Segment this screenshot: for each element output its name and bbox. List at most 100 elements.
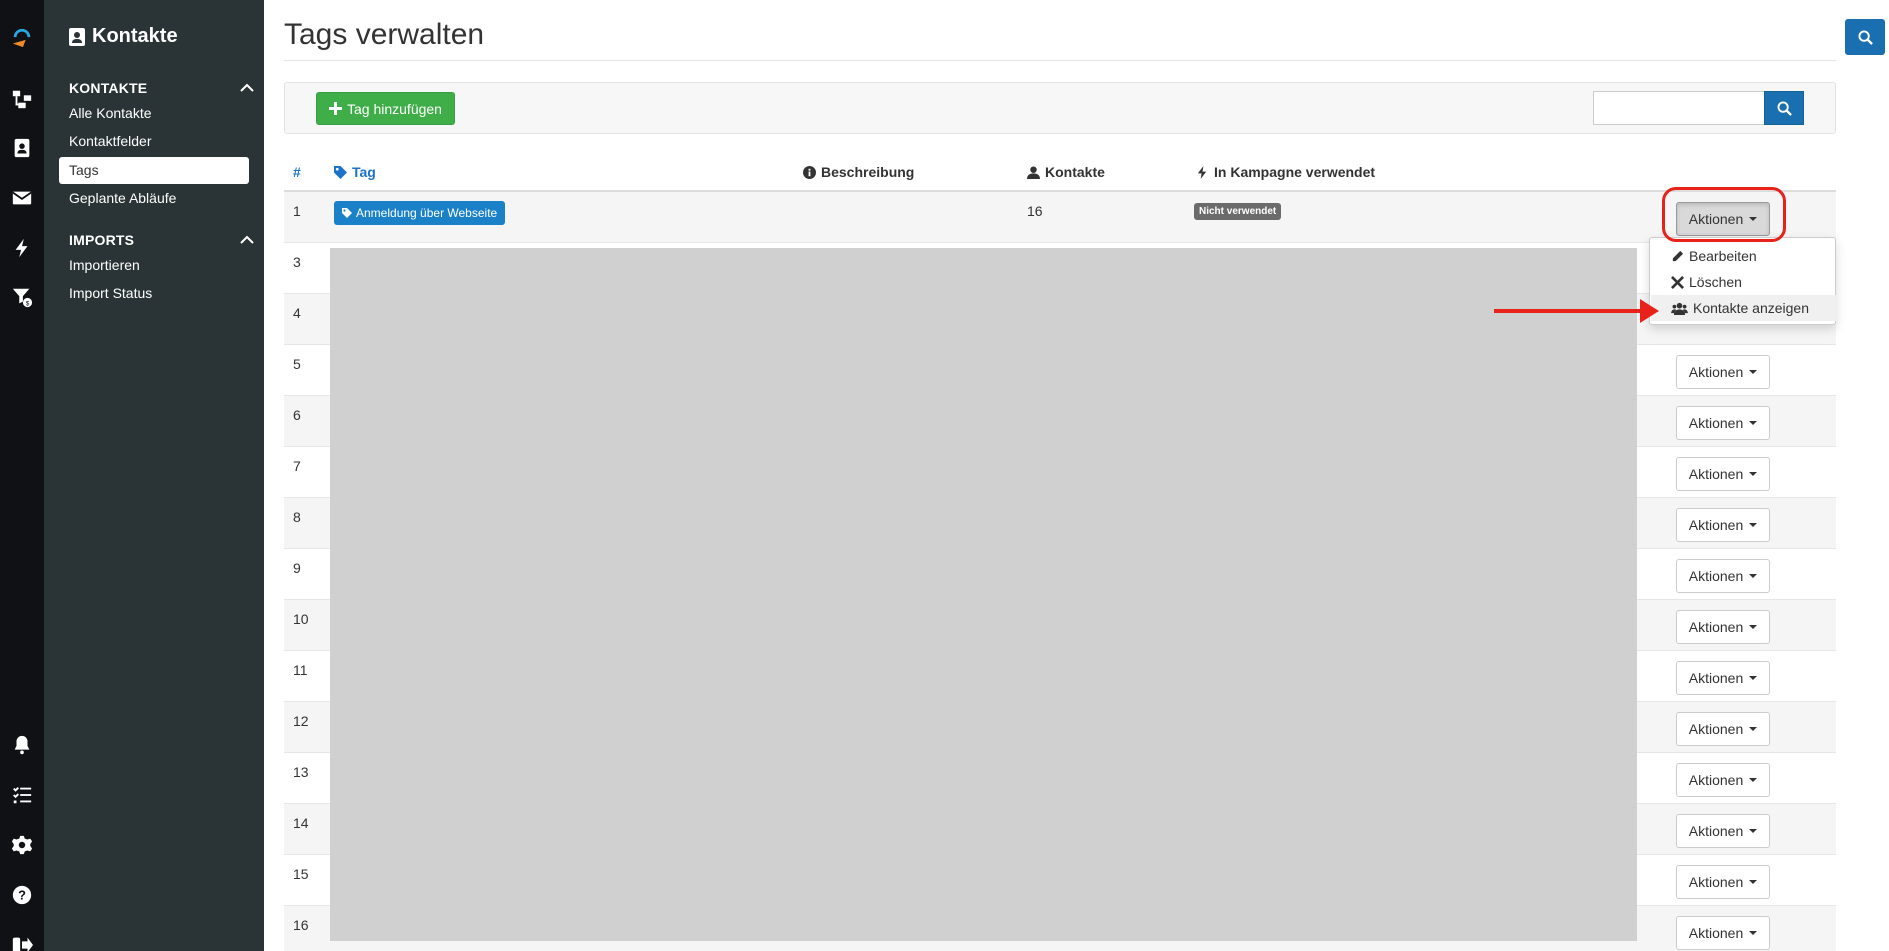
caret-down-icon bbox=[1749, 931, 1758, 935]
tag-label[interactable]: Anmeldung über Webseite bbox=[334, 201, 506, 225]
menu-item-show-contacts[interactable]: Kontakte anzeigen bbox=[1651, 295, 1836, 321]
actions-button[interactable]: Aktionen bbox=[1676, 508, 1770, 542]
funnel-money-icon[interactable]: $ bbox=[6, 281, 38, 313]
bell-icon[interactable] bbox=[6, 729, 38, 761]
column-header-campaign: In Kampagne verwendet bbox=[1196, 164, 1375, 180]
row-number: 5 bbox=[293, 356, 301, 372]
row-number: 12 bbox=[293, 713, 309, 729]
tag-icon bbox=[334, 165, 347, 179]
caret-down-icon bbox=[1749, 370, 1758, 374]
close-icon bbox=[1671, 275, 1684, 289]
search-icon bbox=[1776, 100, 1792, 116]
gear-icon[interactable] bbox=[6, 829, 38, 861]
sidebar-title: Kontakte bbox=[69, 25, 178, 48]
section-imports[interactable]: IMPORTS bbox=[69, 232, 254, 248]
column-header-number: # bbox=[293, 164, 301, 180]
row-number: 14 bbox=[293, 815, 309, 831]
plus-icon bbox=[329, 102, 342, 115]
row-number: 13 bbox=[293, 764, 309, 780]
contacts-icon[interactable] bbox=[6, 132, 38, 164]
row-number: 4 bbox=[293, 305, 301, 321]
caret-down-icon bbox=[1749, 421, 1758, 425]
actions-button[interactable]: Aktionen bbox=[1676, 559, 1770, 593]
chevron-up-icon bbox=[240, 83, 254, 92]
actions-button[interactable]: Aktionen bbox=[1676, 457, 1770, 491]
help-icon[interactable]: ? bbox=[6, 879, 38, 911]
info-icon bbox=[803, 165, 816, 179]
user-icon bbox=[1027, 165, 1040, 179]
actions-button[interactable]: Aktionen bbox=[1676, 406, 1770, 440]
app-logo-icon[interactable] bbox=[6, 22, 38, 54]
actions-button[interactable]: Aktionen bbox=[1676, 610, 1770, 644]
contact-count: 16 bbox=[1027, 203, 1043, 219]
sidebar-item-alle-kontakte[interactable]: Alle Kontakte bbox=[59, 100, 249, 127]
row-number: 16 bbox=[293, 917, 309, 933]
svg-text:?: ? bbox=[18, 888, 26, 903]
caret-down-icon bbox=[1749, 727, 1758, 731]
row-number: 1 bbox=[293, 203, 301, 219]
annotation-highlight-ring bbox=[1662, 187, 1786, 242]
sidebar-item-kontaktfelder[interactable]: Kontaktfelder bbox=[59, 128, 249, 155]
caret-down-icon bbox=[1749, 829, 1758, 833]
menu-item-edit[interactable]: Bearbeiten bbox=[1651, 243, 1836, 269]
caret-down-icon bbox=[1749, 625, 1758, 629]
caret-down-icon bbox=[1749, 472, 1758, 476]
annotation-arrow-icon bbox=[1494, 299, 1659, 323]
add-tag-button[interactable]: Tag hinzufügen bbox=[316, 92, 455, 125]
contact-card-icon bbox=[69, 27, 85, 46]
actions-button[interactable]: Aktionen bbox=[1676, 865, 1770, 899]
sidebar-item-tags[interactable]: Tags bbox=[59, 157, 249, 184]
logout-icon[interactable] bbox=[6, 929, 38, 951]
toolbar: Tag hinzufügen bbox=[284, 82, 1836, 134]
menu-item-delete[interactable]: Löschen bbox=[1651, 269, 1836, 295]
caret-down-icon bbox=[1749, 574, 1758, 578]
row-number: 3 bbox=[293, 254, 301, 270]
table-header: # Tag Beschreibung Kontakte In Kampagne … bbox=[284, 160, 1836, 192]
search-button[interactable] bbox=[1764, 91, 1804, 125]
caret-down-icon bbox=[1749, 880, 1758, 884]
chevron-up-icon bbox=[240, 235, 254, 244]
row-number: 7 bbox=[293, 458, 301, 474]
icon-rail: $ ? bbox=[0, 0, 44, 951]
actions-button[interactable]: Aktionen bbox=[1676, 712, 1770, 746]
table-row: 1 Anmeldung über Webseite 16 Nicht verwe… bbox=[284, 192, 1836, 243]
row-number: 10 bbox=[293, 611, 309, 627]
status-badge: Nicht verwendet bbox=[1194, 203, 1282, 220]
row-number: 6 bbox=[293, 407, 301, 423]
bolt-icon bbox=[1197, 165, 1207, 179]
actions-button[interactable]: Aktionen bbox=[1676, 814, 1770, 848]
actions-button[interactable]: Aktionen bbox=[1676, 763, 1770, 797]
caret-down-icon bbox=[1749, 778, 1758, 782]
row-number: 15 bbox=[293, 866, 309, 882]
main-content: Tags verwalten Tag hinzufügen # Tag Besc… bbox=[284, 0, 1836, 951]
caret-down-icon bbox=[1749, 523, 1758, 527]
pencil-icon bbox=[1672, 250, 1684, 261]
search-input[interactable] bbox=[1593, 91, 1764, 125]
actions-button[interactable]: Aktionen bbox=[1676, 916, 1770, 950]
row-number: 9 bbox=[293, 560, 301, 576]
svg-text:$: $ bbox=[26, 300, 30, 307]
search-icon bbox=[1857, 29, 1873, 45]
bolt-icon[interactable] bbox=[6, 232, 38, 264]
redacted-area bbox=[330, 248, 1637, 941]
caret-down-icon bbox=[1749, 676, 1758, 680]
sidebar-item-importieren[interactable]: Importieren bbox=[59, 252, 249, 279]
actions-button[interactable]: Aktionen bbox=[1676, 661, 1770, 695]
sidebar-item-geplante-ablaeufe[interactable]: Geplante Abläufe bbox=[59, 185, 249, 212]
global-search-button[interactable] bbox=[1845, 19, 1885, 55]
section-kontakte[interactable]: KONTAKTE bbox=[69, 80, 254, 96]
actions-dropdown-menu: Bearbeiten Löschen Kontakte anzeigen bbox=[1649, 237, 1836, 325]
sidebar-title-text: Kontakte bbox=[92, 25, 178, 47]
row-number: 11 bbox=[293, 662, 308, 678]
tasks-icon[interactable] bbox=[6, 779, 38, 811]
column-header-tag[interactable]: Tag bbox=[334, 164, 376, 180]
workflow-icon[interactable] bbox=[6, 83, 38, 115]
column-header-description: Beschreibung bbox=[803, 164, 914, 180]
actions-button[interactable]: Aktionen bbox=[1676, 355, 1770, 389]
mail-icon[interactable] bbox=[6, 182, 38, 214]
add-tag-label: Tag hinzufügen bbox=[347, 100, 442, 117]
title-divider bbox=[284, 60, 1836, 61]
sidebar-item-import-status[interactable]: Import Status bbox=[59, 280, 249, 307]
tag-icon bbox=[342, 208, 352, 218]
row-number: 8 bbox=[293, 509, 301, 525]
